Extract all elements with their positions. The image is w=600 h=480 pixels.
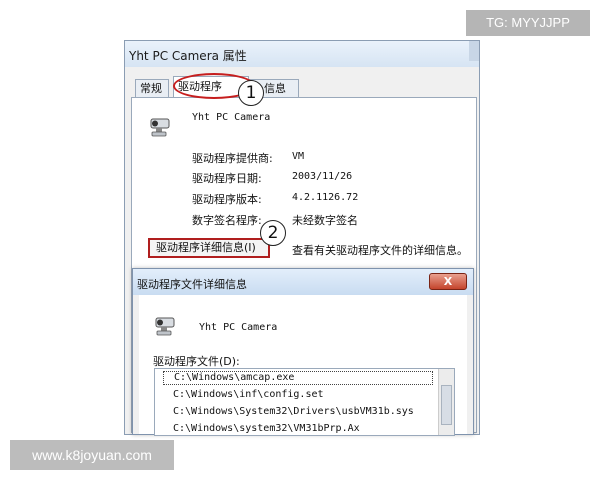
driver-file-details-dialog: 驱动程序文件详细信息 X Yht PC Camera 驱动程序文件(D): C:… bbox=[132, 268, 474, 436]
device-name: Yht PC Camera bbox=[192, 112, 271, 123]
watermark-site: www.k8joyuan.com bbox=[10, 440, 174, 470]
callout-1: 1 bbox=[238, 80, 264, 106]
provider-label: 驱动程序提供商: bbox=[192, 152, 273, 165]
tab-general[interactable]: 常规 bbox=[135, 79, 169, 97]
provider-value: VM bbox=[292, 151, 305, 162]
close-button[interactable]: X bbox=[429, 273, 467, 290]
date-value: 2003/11/26 bbox=[292, 171, 353, 182]
file-list[interactable]: C:\Windows\amcap.exe C:\Windows\inf\conf… bbox=[154, 368, 455, 436]
camera-icon bbox=[155, 317, 175, 336]
camera-icon bbox=[150, 118, 170, 137]
file-row[interactable]: C:\Windows\inf\config.set bbox=[173, 389, 324, 400]
version-value: 4.2.1126.72 bbox=[292, 192, 359, 203]
watermark-tg: TG: MYYJJPP bbox=[466, 10, 590, 36]
dialog-device-name: Yht PC Camera bbox=[199, 322, 278, 333]
titlebar-button[interactable] bbox=[469, 41, 479, 61]
callout-2: 2 bbox=[260, 220, 286, 246]
file-list-scrollbar[interactable] bbox=[438, 369, 454, 435]
dialog-titlebar: 驱动程序文件详细信息 X bbox=[133, 269, 473, 295]
signer-label: 数字签名程序: bbox=[192, 214, 262, 227]
version-label: 驱动程序版本: bbox=[192, 193, 262, 206]
file-row[interactable]: C:\Windows\system32\VM31bPrp.Ax bbox=[173, 423, 360, 434]
driver-details-button[interactable]: 驱动程序详细信息(I) bbox=[148, 238, 270, 258]
driver-details-description: 查看有关驱动程序文件的详细信息。 bbox=[292, 244, 468, 257]
dialog-body: Yht PC Camera 驱动程序文件(D): C:\Windows\amca… bbox=[139, 295, 467, 436]
files-label: 驱动程序文件(D): bbox=[153, 355, 240, 368]
file-row[interactable]: C:\Windows\System32\Drivers\usbVM31b.sys bbox=[173, 406, 414, 417]
file-row-selected[interactable]: C:\Windows\amcap.exe bbox=[163, 371, 433, 385]
date-label: 驱动程序日期: bbox=[192, 172, 262, 185]
window-title: Yht PC Camera 属性 bbox=[129, 49, 247, 63]
scrollbar-thumb[interactable] bbox=[441, 385, 452, 425]
dialog-title: 驱动程序文件详细信息 bbox=[137, 278, 247, 291]
window-titlebar: Yht PC Camera 属性 bbox=[125, 41, 479, 67]
tab-details-label: 信息 bbox=[264, 82, 286, 95]
signer-value: 未经数字签名 bbox=[292, 214, 358, 227]
